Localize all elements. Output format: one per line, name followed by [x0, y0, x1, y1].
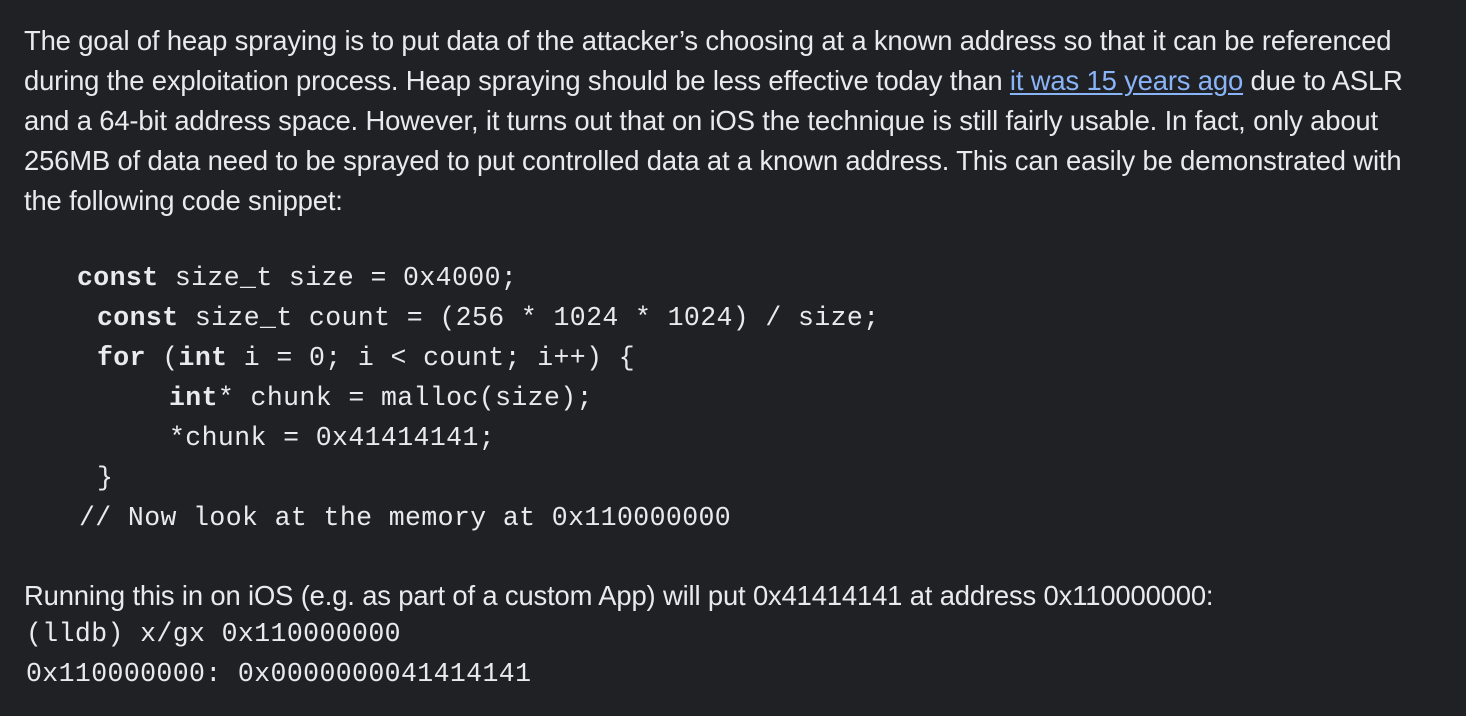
code-line-2: const size_t count = (256 * 1024 * 1024)…: [97, 298, 880, 338]
code-text: * chunk = malloc(size);: [217, 383, 593, 413]
lldb-output: 0x110000000: 0x0000000041414141: [26, 659, 532, 689]
code-line-7: // Now look at the memory at 0x110000000: [79, 503, 732, 533]
code-line-1: const size_t size = 0x4000;: [77, 258, 517, 298]
code-keyword: int: [169, 383, 218, 413]
intro-paragraph: The goal of heap spraying is to put data…: [24, 21, 1434, 221]
result-paragraph: Running this in on iOS (e.g. as part of …: [24, 580, 1214, 611]
code-line-3: for (int i = 0; i < count; i++) {: [97, 338, 635, 378]
code-text: size_t size = 0x4000;: [158, 263, 518, 293]
lldb-command: (lldb) x/gx 0x110000000: [26, 619, 401, 649]
code-keyword: const: [77, 263, 159, 293]
code-text: size_t count = (256 * 1024 * 1024) / siz…: [178, 303, 880, 333]
code-text: i = 0; i < count; i++) {: [227, 343, 636, 373]
code-keyword: for: [97, 343, 146, 373]
code-text: (: [145, 343, 179, 373]
article-page: The goal of heap spraying is to put data…: [0, 0, 1466, 716]
code-line-6: }: [97, 463, 114, 493]
intro-link[interactable]: it was 15 years ago: [1010, 65, 1243, 96]
code-keyword: int: [178, 343, 228, 373]
code-line-5: *chunk = 0x41414141;: [169, 423, 496, 453]
code-line-4: int* chunk = malloc(size);: [169, 378, 593, 418]
code-keyword: const: [97, 303, 179, 333]
